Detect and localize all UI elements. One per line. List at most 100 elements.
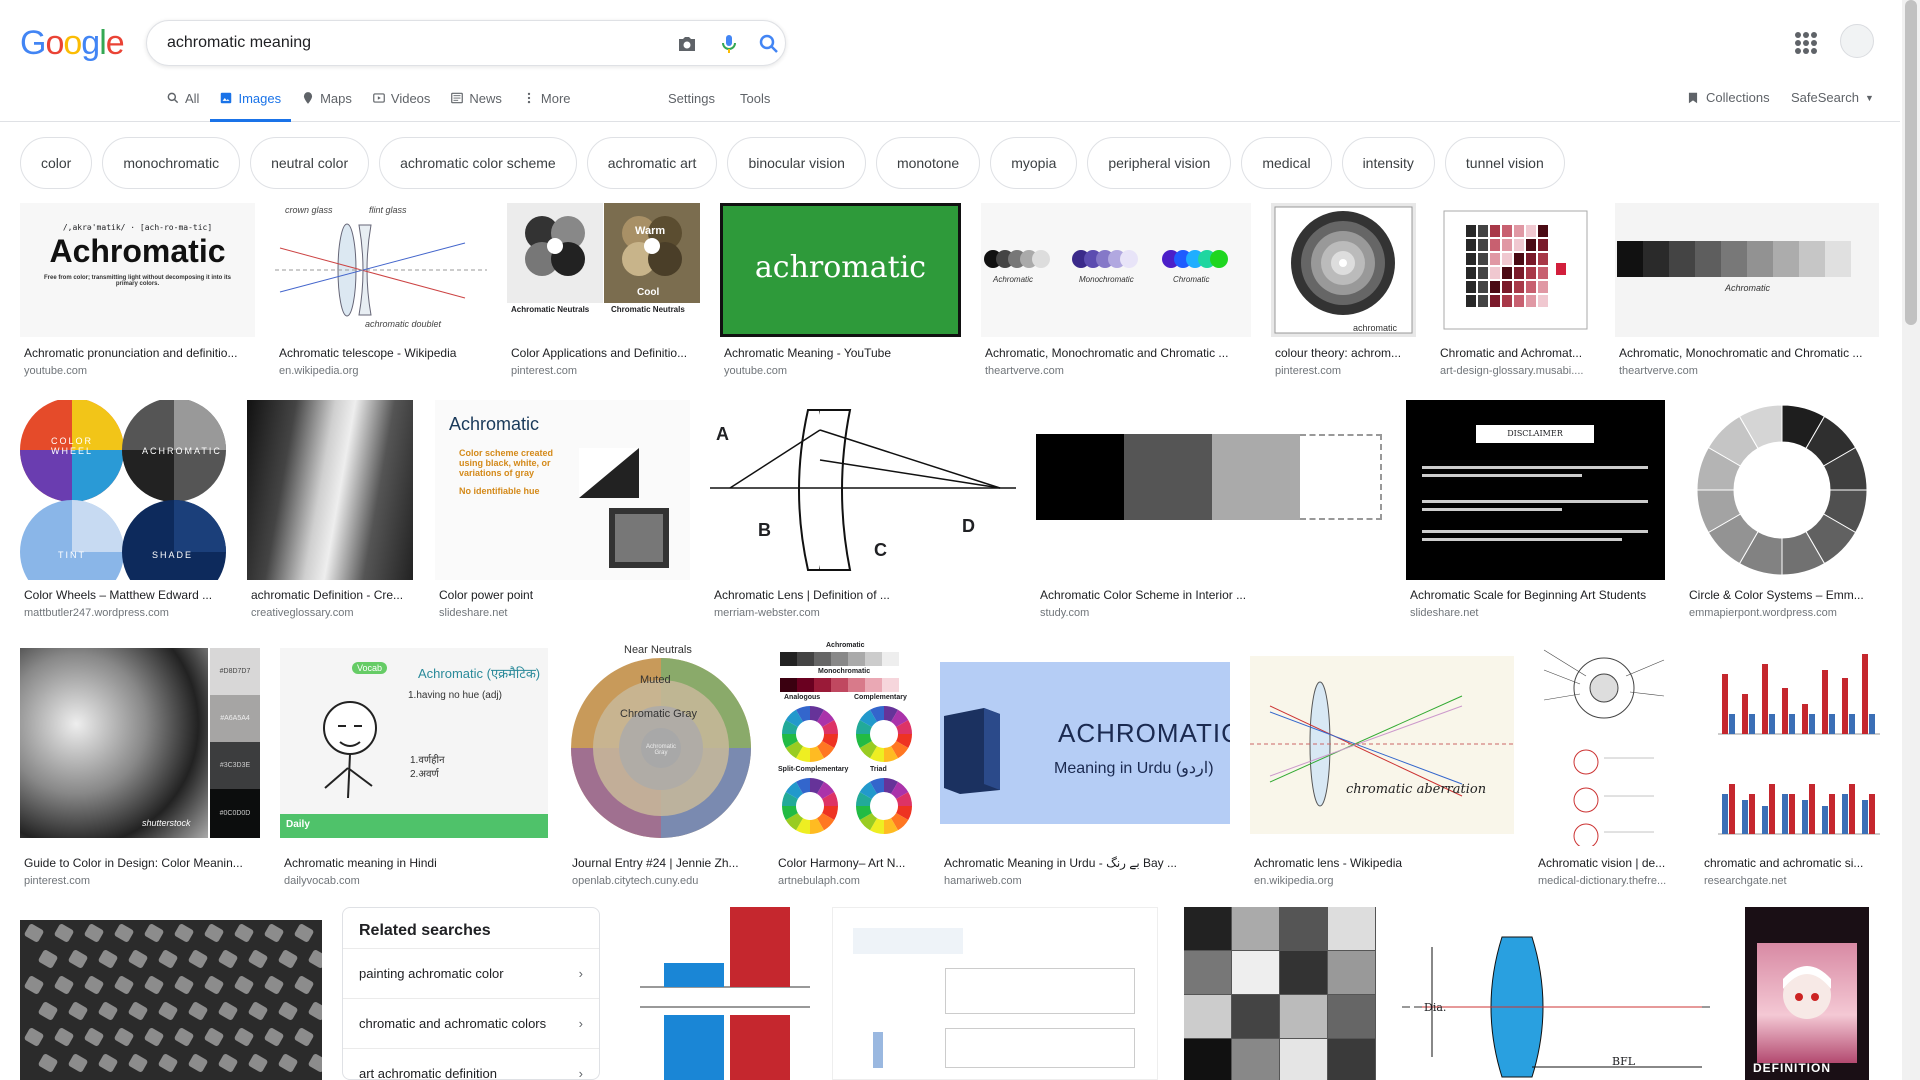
result-thumbnail[interactable] (1685, 400, 1879, 580)
result-title[interactable]: Color Wheels – Matthew Edward ... (24, 588, 224, 602)
chip[interactable]: achromatic color scheme (379, 137, 577, 189)
chip[interactable]: color (20, 137, 93, 189)
image-result[interactable]: achromatic Definition - Cre... creativeg… (247, 400, 413, 625)
result-thumbnail[interactable]: Achromatic Monochromatic Chromatic (981, 203, 1251, 337)
result-title[interactable]: Achromatic Meaning in Urdu - بے رنگ Bay … (944, 856, 1229, 870)
image-result[interactable] (620, 907, 810, 1080)
search-icon[interactable] (757, 32, 781, 56)
chip[interactable]: monotone (875, 137, 981, 189)
result-thumbnail[interactable]: DEFINITION (1745, 907, 1869, 1080)
avatar[interactable] (1840, 24, 1874, 58)
image-result[interactable]: Achromatic Monochromatic Analogous Compl… (774, 640, 920, 887)
settings-link[interactable]: Settings (668, 91, 715, 106)
image-result[interactable]: crown glass flint glass achromatic doubl… (275, 203, 487, 383)
image-result[interactable]: achromatic colour theory: achrom... pint… (1271, 203, 1416, 383)
tools-link[interactable]: Tools (740, 91, 770, 106)
image-result[interactable] (20, 920, 322, 1080)
image-result[interactable]: DEFINITION (1745, 907, 1869, 1080)
result-thumbnail[interactable]: Vocab Achromatic (एक्रमैटिक) 1.having no… (280, 648, 548, 838)
chip[interactable]: binocular vision (727, 137, 866, 189)
image-result[interactable]: achromatic Achromatic Meaning - YouTube … (720, 203, 961, 383)
result-title[interactable]: achromatic Definition - Cre... (251, 588, 411, 602)
collections-link[interactable]: Collections (1686, 90, 1770, 105)
result-thumbnail[interactable]: crown glass flint glass achromatic doubl… (275, 203, 487, 337)
result-thumbnail[interactable] (1184, 907, 1376, 1080)
result-title[interactable]: Journal Entry #24 | Jennie Zh... (572, 856, 752, 870)
result-title[interactable]: Chromatic and Achromat... (1440, 346, 1592, 360)
image-result[interactable]: Achromatic Color scheme created using bl… (435, 400, 690, 625)
result-thumbnail[interactable]: chromatic aberration (1250, 656, 1514, 834)
tab-all[interactable]: All (166, 88, 209, 122)
chip[interactable]: monochromatic (102, 137, 241, 189)
search-box[interactable]: achromatic meaning (146, 20, 786, 66)
image-result[interactable]: /,akrə'matik/ · [ach-ro-ma-tic] Achromat… (20, 203, 255, 383)
result-title[interactable]: Achromatic Lens | Definition of ... (714, 588, 1014, 602)
tab-news[interactable]: News (450, 88, 512, 122)
result-thumbnail[interactable]: A B C D (710, 400, 1016, 580)
chip[interactable]: myopia (990, 137, 1078, 189)
image-result[interactable]: ACHROMATIC Meaning in Urdu (اردو) Achrom… (940, 640, 1230, 887)
image-result[interactable]: Achromatic Monochromatic Chromatic Achro… (981, 203, 1251, 383)
image-result[interactable] (1184, 907, 1376, 1080)
result-title[interactable]: Guide to Color in Design: Color Meanin..… (24, 856, 256, 870)
result-title[interactable]: Achromatic telescope - Wikipedia (279, 346, 484, 360)
image-result[interactable]: Achromatic Color Scheme in Interior ... … (1036, 400, 1387, 625)
result-thumbnail[interactable] (20, 920, 322, 1080)
result-title[interactable]: Color Harmony– Art N... (778, 856, 918, 870)
result-thumbnail[interactable] (1534, 640, 1680, 846)
chip[interactable]: achromatic art (586, 137, 718, 189)
result-title[interactable]: Color Applications and Definitio... (511, 346, 697, 360)
image-result[interactable] (832, 907, 1158, 1080)
result-thumbnail[interactable]: achromatic (720, 203, 961, 337)
chip[interactable]: medical (1241, 137, 1332, 189)
image-result[interactable]: Achromatic vision | de... medical-dictio… (1534, 640, 1680, 887)
related-search-item[interactable]: painting achromatic color › (343, 948, 599, 998)
tab-more[interactable]: More (522, 88, 581, 122)
search-input[interactable]: achromatic meaning (167, 34, 311, 52)
result-title[interactable]: Color power point (439, 588, 689, 602)
result-thumbnail[interactable]: Warm Cool Achromatic Neutrals Chromatic … (507, 203, 700, 337)
apps-grid-icon[interactable] (1795, 32, 1817, 54)
result-title[interactable]: Achromatic Meaning - YouTube (724, 346, 958, 360)
chip[interactable]: intensity (1341, 137, 1435, 189)
image-result[interactable]: Circle & Color Systems – Emm... emmapier… (1685, 400, 1879, 625)
result-thumbnail[interactable]: Achromatic (1615, 203, 1879, 337)
scrollbar-thumb[interactable] (1905, 0, 1917, 325)
image-result[interactable]: Near Neutrals Muted Chromatic Gray Achro… (568, 640, 754, 887)
google-logo[interactable]: Google (20, 24, 125, 63)
result-thumbnail[interactable]: Near Neutrals Muted Chromatic Gray Achro… (568, 640, 754, 846)
image-result[interactable]: COLOR WHEEL ACHROMATIC TINT SHADE Color … (20, 400, 226, 625)
result-thumbnail[interactable]: DISCLAIMER (1406, 400, 1665, 580)
tab-maps[interactable]: Maps (301, 88, 362, 122)
result-thumbnail[interactable] (620, 907, 810, 1080)
result-thumbnail[interactable]: achromatic (1271, 203, 1416, 337)
result-title[interactable]: Achromatic meaning in Hindi (284, 856, 546, 870)
result-title[interactable]: Achromatic, Monochromatic and Chromatic … (1619, 346, 1876, 360)
microphone-icon[interactable] (717, 32, 741, 56)
result-title[interactable]: Achromatic Scale for Beginning Art Stude… (1410, 588, 1665, 602)
image-result[interactable]: Warm Cool Achromatic Neutrals Chromatic … (507, 203, 700, 383)
related-search-item[interactable]: art achromatic definition › (343, 1048, 599, 1079)
chip[interactable]: tunnel vision (1444, 137, 1565, 189)
result-thumbnail[interactable] (247, 400, 413, 580)
result-thumbnail[interactable] (1700, 644, 1880, 840)
result-title[interactable]: Achromatic Color Scheme in Interior ... (1040, 588, 1385, 602)
result-title[interactable]: chromatic and achromatic si... (1704, 856, 1880, 870)
result-thumbnail[interactable]: ACHROMATIC Meaning in Urdu (اردو) (940, 662, 1230, 824)
result-thumbnail[interactable]: Achromatic Color scheme created using bl… (435, 400, 690, 580)
result-thumbnail[interactable] (1436, 203, 1595, 337)
image-result[interactable]: DISCLAIMER Achromatic Scale for Beginnin… (1406, 400, 1665, 625)
result-title[interactable]: Circle & Color Systems – Emm... (1689, 588, 1879, 602)
result-title[interactable]: colour theory: achrom... (1275, 346, 1413, 360)
result-title[interactable]: Achromatic pronunciation and definitio..… (24, 346, 252, 360)
chip[interactable]: neutral color (250, 137, 370, 189)
result-title[interactable]: Achromatic, Monochromatic and Chromatic … (985, 346, 1248, 360)
result-title[interactable]: Achromatic lens - Wikipedia (1254, 856, 1512, 870)
image-result[interactable]: chromatic and achromatic si... researchg… (1700, 640, 1880, 887)
image-result[interactable]: chromatic aberration Achromatic lens - W… (1250, 640, 1514, 887)
image-result[interactable]: Chromatic and Achromat... art-design-glo… (1436, 203, 1595, 383)
image-result[interactable]: Achromatic Achromatic, Monochromatic and… (1615, 203, 1879, 383)
result-thumbnail[interactable] (832, 907, 1158, 1080)
camera-icon[interactable] (675, 32, 699, 56)
result-thumbnail[interactable]: /,akrə'matik/ · [ach-ro-ma-tic] Achromat… (20, 203, 255, 337)
